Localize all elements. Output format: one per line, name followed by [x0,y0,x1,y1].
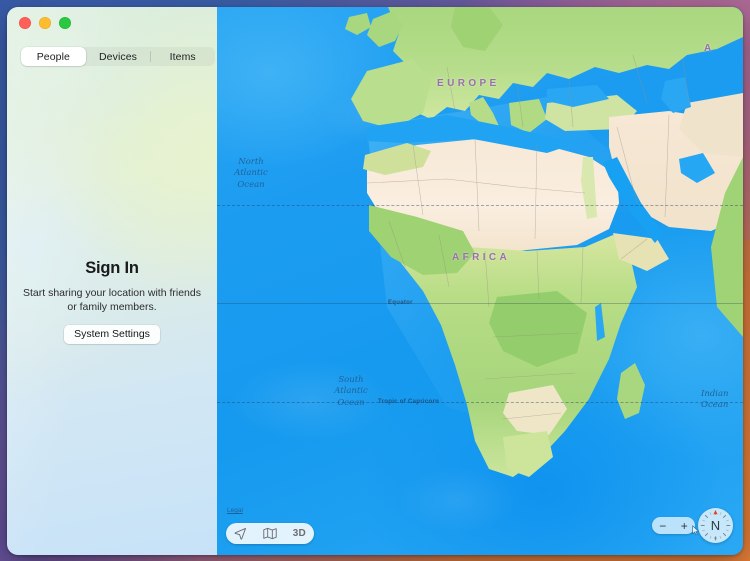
zoom-out-button[interactable]: − [659,520,666,532]
location-arrow-icon [234,527,247,540]
window-traffic-lights [19,17,71,29]
compass-north-label: N [710,518,721,533]
tropic-of-capricorn-label: Tropic of Capricorn [378,399,440,405]
dimension-toggle-button[interactable]: 3D [287,525,311,543]
europe-label: EUROPE [437,78,500,89]
zoom-button[interactable] [59,17,71,29]
south-atlantic-ocean-label: South Atlantic Ocean [334,375,368,408]
zoom-controls: − + [652,517,695,534]
signin-title: Sign In [85,259,139,277]
close-button[interactable] [19,17,31,29]
dimension-label: 3D [292,528,306,539]
tab-devices[interactable]: Devices [86,47,151,66]
africa-label: AFRICA [452,252,511,263]
tab-items[interactable]: Items [150,47,215,66]
indian-ocean-label: Indian Ocean [701,389,729,411]
signin-subtitle: Start sharing your location with friends… [22,287,201,313]
asia-label: A [704,43,715,54]
equator-label: Equator [388,300,413,306]
zoom-in-button[interactable]: + [681,520,688,532]
legal-link[interactable]: Legal [227,507,243,514]
minimize-button[interactable] [39,17,51,29]
signin-panel: Sign In Start sharing your location with… [7,259,217,344]
system-settings-button[interactable]: System Settings [64,324,160,344]
map-landmass-layer [345,7,743,477]
map-toolbar: 3D [226,523,314,544]
map-view[interactable]: Equator Tropic of Capricorn North Atlant… [217,7,743,555]
north-atlantic-ocean-label: North Atlantic Ocean [234,157,268,190]
tab-people[interactable]: People [21,47,86,66]
map-icon [263,527,277,540]
tropic-of-cancer-line [217,205,743,206]
sidebar-segmented-control[interactable]: People Devices Items [21,47,215,66]
locate-me-button[interactable] [229,525,253,543]
find-my-window: People Devices Items Sign In Start shari… [7,7,743,555]
equator-line [217,303,743,304]
tropic-of-capricorn-line [217,402,743,403]
sidebar: People Devices Items Sign In Start shari… [7,7,217,555]
map-mode-button[interactable] [258,525,282,543]
compass-control[interactable]: N [698,508,733,543]
